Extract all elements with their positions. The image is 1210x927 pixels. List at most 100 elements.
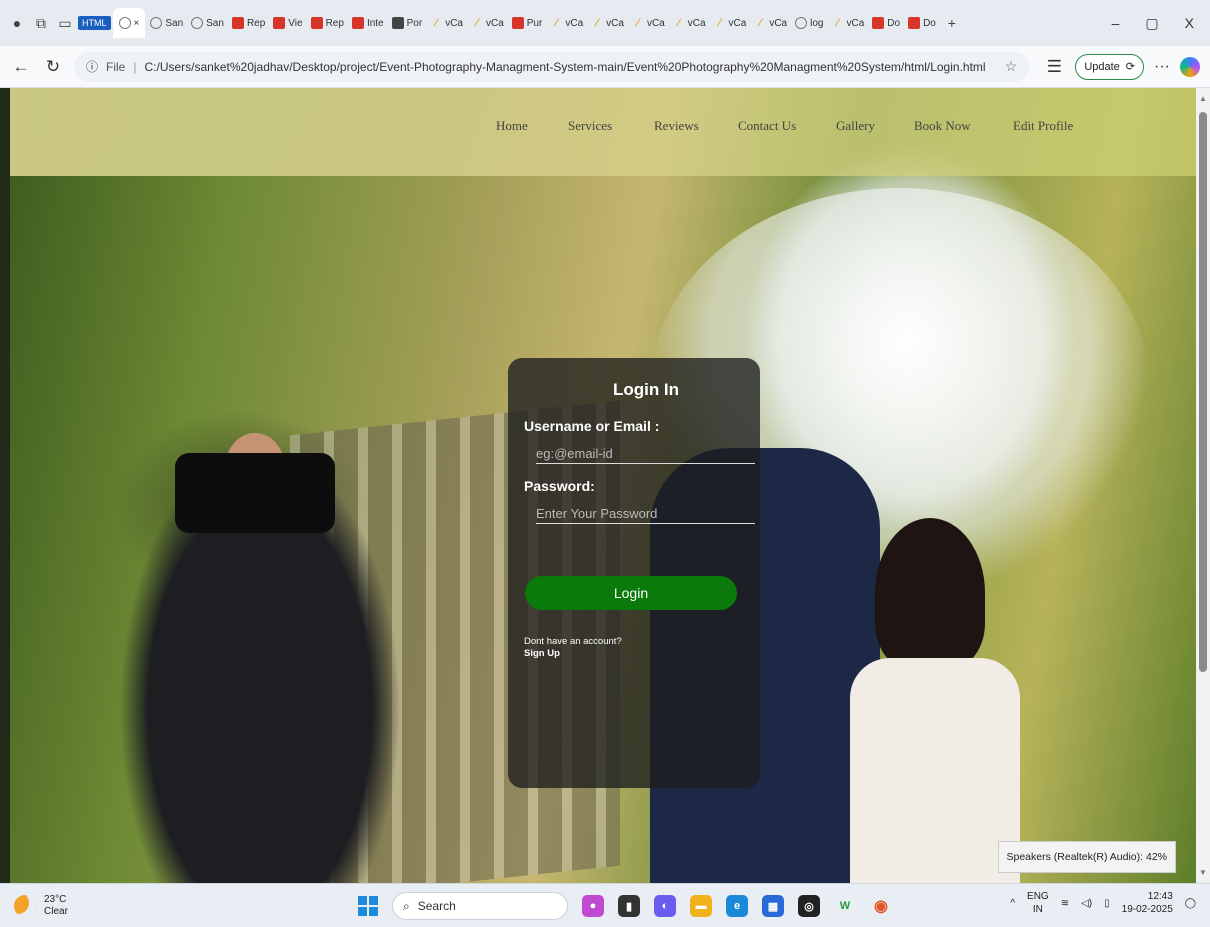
browser-tab[interactable]: ⁄ vCa <box>427 10 466 36</box>
browser-tab[interactable]: ⁄ vCa <box>751 10 790 36</box>
address-bar[interactable]: ⓘ File | C:/Users/sanket%20jadhav/Deskto… <box>74 51 1030 82</box>
background-bride-hair <box>875 518 985 668</box>
browser-tab[interactable]: Inte <box>349 10 387 36</box>
battery-icon[interactable]: ▯ <box>1104 898 1110 909</box>
taskbar: 23°C Clear ⌕ Search ● ▮ ◐ ▬ e ▦ ◎ W ◉ ^ … <box>0 883 1210 927</box>
browser-tab[interactable]: ⁄ vCa <box>711 10 750 36</box>
pdf-icon <box>872 17 885 29</box>
back-button[interactable]: ← <box>10 57 32 77</box>
nav-home[interactable]: Home <box>496 118 568 134</box>
tab-label: vCa <box>606 17 624 29</box>
nav-edit-profile[interactable]: Edit Profile <box>1013 118 1103 134</box>
start-button[interactable] <box>358 896 378 916</box>
browser-tab[interactable]: San <box>188 10 227 36</box>
site-nav: Home Services Reviews Contact Us Gallery… <box>496 118 1103 134</box>
url-text[interactable]: C:/Users/sanket%20jadhav/Desktop/project… <box>144 60 985 74</box>
preview-app-icon[interactable]: ● <box>582 895 604 917</box>
username-label: Username or Email : <box>524 418 660 434</box>
new-tab-button[interactable]: + <box>941 12 963 34</box>
teams-icon[interactable]: ◐ <box>654 895 676 917</box>
reload-button[interactable]: ↻ <box>42 57 64 77</box>
browser-tab[interactable]: ⁄ vCa <box>588 10 627 36</box>
browser-tab[interactable]: Por <box>389 10 426 36</box>
language-indicator[interactable]: ENG IN <box>1027 890 1049 916</box>
chrome-icon[interactable]: ◉ <box>870 895 892 917</box>
scroll-down-icon[interactable]: ▼ <box>1199 868 1207 877</box>
site-info-label[interactable]: File <box>106 60 125 74</box>
login-button[interactable]: Login <box>525 576 737 610</box>
nav-book-now[interactable]: Book Now <box>914 118 1013 134</box>
v-icon: ⁄ <box>718 17 721 29</box>
minimize-button[interactable]: – <box>1112 15 1120 32</box>
nav-contact-us[interactable]: Contact Us <box>738 118 836 134</box>
browser-tab[interactable]: Rep <box>229 10 268 36</box>
browser-tab[interactable]: Pur <box>509 10 546 36</box>
v-icon: ⁄ <box>677 17 680 29</box>
profile-icon[interactable]: ● <box>6 12 28 34</box>
password-input[interactable] <box>536 504 755 524</box>
tab-actions-icon[interactable]: ▭ <box>54 12 76 34</box>
tab-label: vCa <box>728 17 747 29</box>
w3schools-icon[interactable]: W <box>834 895 856 917</box>
browser-tab[interactable]: log <box>792 10 826 36</box>
favorites-icon[interactable]: ☰ <box>1043 57 1065 77</box>
nav-services[interactable]: Services <box>568 118 654 134</box>
tab-group-badge[interactable]: HTML <box>78 16 111 30</box>
copilot-icon[interactable] <box>1180 56 1200 77</box>
store-icon[interactable]: ▦ <box>762 895 784 917</box>
browser-tab[interactable]: ⁄ vCa <box>629 10 668 36</box>
site-header: Home Services Reviews Contact Us Gallery… <box>10 88 1196 176</box>
site-info-icon[interactable]: ⓘ <box>86 58 98 75</box>
file-explorer-icon[interactable]: ▬ <box>690 895 712 917</box>
nav-gallery[interactable]: Gallery <box>836 118 914 134</box>
wifi-icon[interactable]: ≋ <box>1061 898 1069 909</box>
no-account-text: Dont have an account? <box>524 636 622 647</box>
task-view-icon[interactable]: ▮ <box>618 895 640 917</box>
clock[interactable]: 12:43 19-02-2025 <box>1122 890 1173 916</box>
favorite-star-icon[interactable]: ☆ <box>1005 58 1018 75</box>
pdf-icon <box>310 17 323 29</box>
taskbar-search[interactable]: ⌕ Search <box>392 892 568 920</box>
update-button[interactable]: Update ⟳ <box>1075 53 1145 80</box>
tab-label: Por <box>406 17 423 29</box>
close-window-button[interactable]: X <box>1185 15 1194 32</box>
browser-tab[interactable]: Do <box>869 10 903 36</box>
edge-icon[interactable]: e <box>726 895 748 917</box>
volume-icon[interactable]: ◁) <box>1081 898 1092 909</box>
more-menu-button[interactable]: ··· <box>1154 58 1170 76</box>
tab-label: vCa <box>687 17 706 29</box>
notification-bell-icon[interactable]: ◯ <box>1185 898 1196 909</box>
tab-label: vCa <box>646 17 665 29</box>
tab-label: Pur <box>526 17 543 29</box>
scrollbar-thumb[interactable] <box>1199 112 1207 672</box>
browser-tab[interactable]: ⁄ vCa <box>828 10 867 36</box>
browser-tab[interactable]: ⁄ vCa <box>468 10 507 36</box>
chevron-up-icon[interactable]: ^ <box>1010 898 1015 909</box>
tab-label: vCa <box>445 17 463 29</box>
signup-link[interactable]: Sign Up <box>524 648 744 659</box>
pdf-icon <box>231 17 244 29</box>
vertical-scrollbar[interactable]: ▲ ▼ <box>1196 88 1210 883</box>
browser-tab[interactable]: San <box>147 10 186 36</box>
tab-label: vCa <box>769 17 788 29</box>
browser-tab[interactable]: Vie <box>270 10 305 36</box>
scroll-up-icon[interactable]: ▲ <box>1199 94 1207 103</box>
browser-tab[interactable]: ⁄ vCa <box>670 10 709 36</box>
tab-close-icon[interactable]: × <box>134 18 140 29</box>
browser-tab[interactable]: Do <box>905 10 939 36</box>
system-tray: ^ ENG IN ≋ ◁) ▯ 12:43 19-02-2025 ◯ <box>1010 890 1196 916</box>
nav-reviews[interactable]: Reviews <box>654 118 738 134</box>
pdf-icon <box>908 17 921 29</box>
v-icon: ⁄ <box>476 17 478 29</box>
tab-active[interactable]: × <box>112 8 146 38</box>
dell-icon[interactable]: ◎ <box>798 895 820 917</box>
tab-label: San <box>165 17 184 29</box>
weather-condition: Clear <box>44 905 68 917</box>
restore-button[interactable]: ▢ <box>1145 15 1158 32</box>
username-input[interactable] <box>536 444 755 464</box>
browser-tab[interactable]: ⁄ vCa <box>547 10 586 36</box>
workspaces-icon[interactable]: ⧉ <box>30 12 52 34</box>
window-controls: – ▢ X <box>1112 15 1204 32</box>
weather-widget[interactable]: 23°C Clear <box>14 894 68 918</box>
browser-tab[interactable]: Rep <box>308 10 347 36</box>
